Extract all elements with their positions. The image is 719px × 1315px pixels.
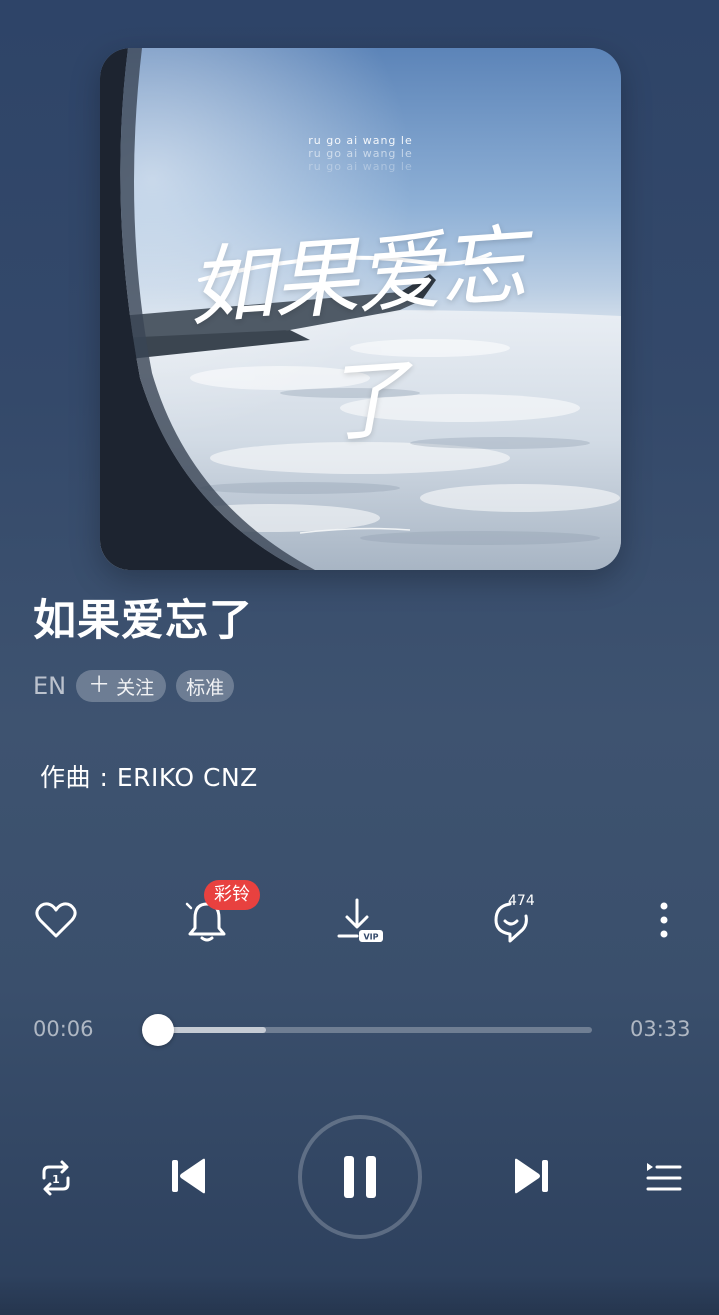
repeat-one-icon: 1	[42, 1160, 70, 1196]
playlist-icon	[646, 1163, 682, 1191]
cover-pinyin-line: ru go ai wang le	[308, 134, 413, 147]
album-cover[interactable]: ru go ai wang le ru go ai wang le ru go …	[100, 48, 621, 570]
previous-button[interactable]	[162, 1150, 214, 1202]
pause-button[interactable]	[298, 1115, 422, 1239]
like-button[interactable]	[26, 890, 86, 950]
skip-previous-icon	[172, 1158, 205, 1194]
quality-button[interactable]: 标准	[176, 670, 235, 702]
repeat-button[interactable]: 1	[30, 1152, 82, 1204]
download-button[interactable]: VIP	[330, 890, 390, 950]
follow-label: 关注	[116, 676, 155, 699]
artist-name[interactable]: EN	[33, 672, 66, 700]
more-button[interactable]	[634, 890, 694, 950]
next-button[interactable]	[506, 1150, 558, 1202]
playlist-button[interactable]	[638, 1152, 690, 1204]
quality-label: 标准	[186, 676, 225, 699]
cover-pinyin-line: ru go ai wang le	[308, 147, 413, 160]
svg-text:1: 1	[52, 1173, 60, 1186]
vip-badge: VIP	[363, 933, 378, 942]
progress-knob[interactable]	[142, 1014, 175, 1046]
skip-next-icon	[515, 1158, 548, 1194]
heart-icon	[35, 902, 77, 938]
pause-icon	[344, 1156, 376, 1198]
total-time: 03:33	[630, 1017, 691, 1041]
bottom-fade	[0, 1275, 719, 1315]
lyric-credit: 作曲 : ERIKO CNZ	[40, 763, 258, 792]
cover-title-art: 如果爱忘了	[185, 215, 528, 455]
plus-icon: ＋	[88, 673, 111, 698]
progress-bar[interactable]	[145, 1027, 592, 1033]
cover-pinyin-line: ru go ai wang le	[308, 160, 413, 173]
cover-signature: Cn	[340, 568, 368, 570]
song-title: 如果爱忘了	[33, 596, 253, 646]
download-icon: VIP	[337, 898, 383, 942]
ringtone-badge: 彩铃	[204, 880, 260, 910]
artist-row: EN ＋ 关注 标准	[33, 670, 235, 702]
follow-button[interactable]: ＋ 关注	[76, 670, 167, 702]
comment-count: 474	[508, 893, 535, 909]
current-time: 00:06	[33, 1017, 94, 1041]
cover-pinyin: ru go ai wang le ru go ai wang le ru go …	[100, 134, 621, 173]
more-vertical-icon	[660, 902, 668, 938]
